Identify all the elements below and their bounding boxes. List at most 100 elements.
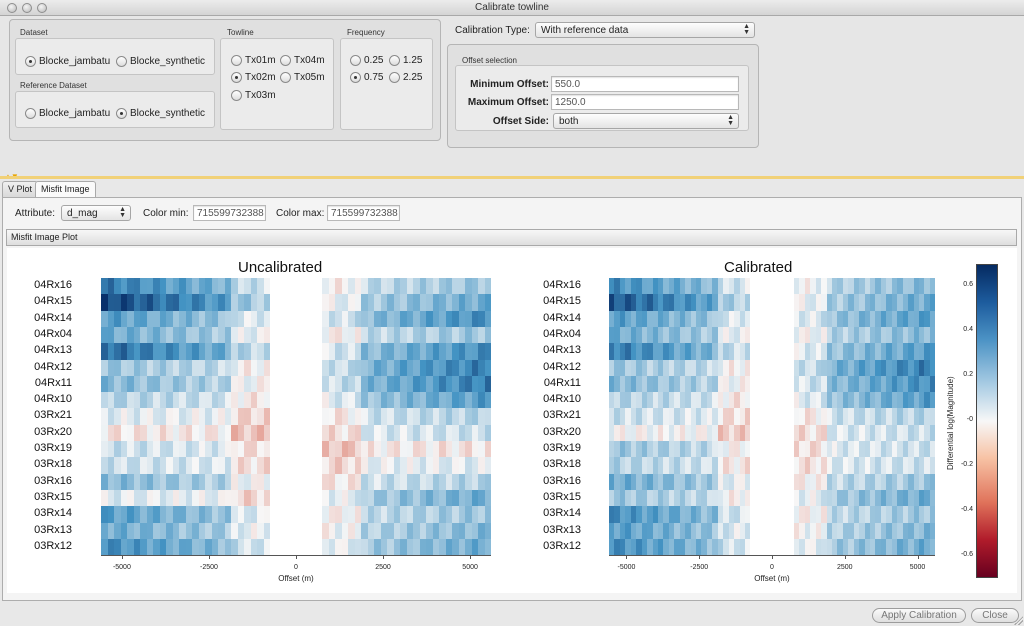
towline-radio-tx02m[interactable]: Tx02m: [231, 70, 276, 84]
window-title: Calibrate towline: [475, 2, 549, 13]
misfit-image-plot-header: Misfit Image Plot: [6, 229, 1017, 246]
heatmap-cell: [929, 441, 936, 458]
heatmap-row: [609, 326, 936, 344]
heatmap-row: [101, 392, 491, 410]
heatmap-row: [101, 522, 491, 540]
dataset-radio-synthetic[interactable]: Blocke_synthetic: [116, 54, 205, 68]
towline-radio-tx01m[interactable]: Tx01m: [231, 53, 276, 67]
x-tick-label: 2500: [375, 564, 391, 571]
heatmap-row: [609, 473, 936, 491]
heatmap-row: [609, 343, 936, 361]
row-label: 03Rx16: [34, 474, 72, 487]
heatmap-row: [609, 375, 936, 393]
row-label: 04Rx16: [34, 279, 72, 291]
select-arrows-icon: ▲ ▼: [119, 206, 126, 219]
heatmap-row: [101, 441, 491, 458]
heatmap-cell: [929, 473, 936, 491]
heatmap-row: [101, 326, 491, 344]
frequency-radio-125[interactable]: 1.25: [389, 53, 422, 67]
minimum-offset-input[interactable]: 550.0: [551, 76, 739, 92]
title-bar: Calibrate towline: [0, 0, 1024, 16]
heatmap-row: [609, 457, 936, 475]
tab-v-plot[interactable]: V Plot: [2, 181, 39, 197]
calibration-type-select[interactable]: With reference data ▲ ▼: [535, 22, 755, 38]
color-min-input[interactable]: 715599732388: [193, 205, 266, 221]
color-min-label: Color min:: [143, 208, 189, 219]
row-label: 03Rx15: [543, 490, 581, 503]
heatmap-cell: [484, 375, 491, 393]
close-button[interactable]: Close: [971, 608, 1019, 623]
x-tick: [772, 555, 773, 560]
heatmap-row: [609, 310, 936, 328]
heatmap-cell: [484, 278, 491, 295]
x-tick: [917, 555, 919, 560]
resize-grip-icon[interactable]: [1014, 616, 1023, 625]
heatmap-row: [101, 359, 491, 377]
select-arrows-icon: ▲ ▼: [727, 114, 734, 127]
split-pane-divider[interactable]: [0, 176, 1024, 179]
frequency-radio-225[interactable]: 2.25: [389, 70, 422, 84]
row-label: 03Rx21: [543, 409, 581, 422]
offset-side-select[interactable]: both ▲ ▼: [553, 113, 739, 129]
x-tick-label: -2500: [199, 564, 218, 571]
heatmap-row: [101, 278, 491, 295]
reference-dataset-title: Reference Dataset: [20, 81, 87, 90]
row-label: 04Rx14: [34, 311, 72, 324]
heatmap-row: [609, 408, 936, 426]
radio-indicator: [25, 107, 36, 119]
row-label: 03Rx12: [34, 539, 72, 552]
heatmap-row: [609, 278, 936, 295]
row-label: 03Rx14: [34, 507, 72, 520]
reference-radio-jambatu[interactable]: Blocke_jambatu: [25, 106, 110, 120]
row-label: 03Rx20: [34, 425, 72, 438]
attribute-select[interactable]: d_mag ▲ ▼: [61, 205, 131, 221]
heatmap-row: [609, 538, 936, 556]
attribute-label: Attribute:: [15, 208, 56, 219]
x-axis-label: Offset (m): [754, 574, 790, 583]
heatmap-cell: [484, 359, 491, 377]
row-label: 03Rx16: [543, 474, 581, 487]
heatmap-row: [101, 506, 491, 524]
heatmap-cell: [484, 310, 491, 328]
heatmap-cell: [929, 538, 936, 556]
row-label: 03Rx19: [543, 442, 581, 454]
heatmap-row: [101, 538, 491, 556]
row-label: 03Rx21: [34, 409, 72, 422]
colorbar-tick-label: -0.6: [960, 550, 973, 558]
x-tick-label: -5000: [112, 564, 131, 571]
frequency-radio-075[interactable]: 0.75: [350, 70, 383, 84]
apply-calibration-button[interactable]: Apply Calibration: [872, 608, 966, 623]
row-label: 04Rx11: [34, 376, 72, 389]
tab-misfit-image[interactable]: Misfit Image: [35, 181, 96, 197]
row-label: 04Rx14: [543, 311, 581, 324]
heatmap-cell: [929, 294, 936, 312]
frequency-radio-025[interactable]: 0.25: [350, 53, 383, 67]
heatmap-row: [101, 424, 491, 442]
attribute-value: d_mag: [67, 208, 98, 219]
towline-radio-tx04m[interactable]: Tx04m: [280, 53, 325, 67]
heatmap-row: [101, 473, 491, 491]
x-tick: [296, 555, 297, 560]
x-tick-label: 5000: [909, 564, 926, 571]
heatmap-cell: [484, 326, 491, 344]
radio-indicator: [280, 71, 291, 83]
heatmap-row: [609, 359, 936, 377]
row-label: 03Rx13: [543, 523, 581, 536]
dataset-radio-jambatu[interactable]: Blocke_jambatu: [25, 54, 110, 68]
heatmap-row: [609, 424, 936, 442]
heatmap-row: [609, 441, 936, 458]
row-label: 04Rx15: [34, 295, 72, 308]
heatmap-row: [101, 310, 491, 328]
offset-side-value: both: [559, 116, 579, 127]
radio-indicator: [25, 55, 36, 67]
towline-radio-tx05m[interactable]: Tx05m: [280, 70, 325, 84]
reference-radio-synthetic[interactable]: Blocke_synthetic: [116, 106, 205, 120]
calibrated-plot-title: Calibrated: [724, 259, 793, 276]
calibration-type-value: With reference data: [541, 25, 629, 36]
colorbar-tick-label: 0.4: [963, 326, 973, 334]
select-arrows-icon: ▲ ▼: [743, 23, 750, 36]
color-max-input[interactable]: 715599732388: [327, 205, 400, 221]
towline-radio-tx03m[interactable]: Tx03m: [231, 88, 276, 102]
maximum-offset-input[interactable]: 1250.0: [551, 94, 739, 110]
heatmap-row: [101, 375, 491, 393]
